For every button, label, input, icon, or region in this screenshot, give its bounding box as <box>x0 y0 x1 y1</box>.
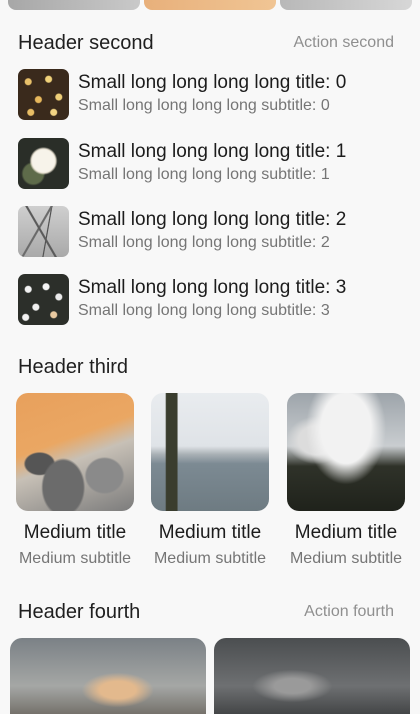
section-header-second: Header second Action second <box>18 30 394 56</box>
list-item-image <box>18 273 69 325</box>
list-item-image <box>18 137 69 189</box>
section-header-third: Header third <box>18 354 394 380</box>
card-subtitle: Medium subtitle <box>18 550 132 567</box>
list-item-subtitle: Small long long long long subtitle: 1 <box>78 166 330 183</box>
section-title: Header third <box>18 355 129 378</box>
section-title: Header second <box>18 31 154 54</box>
list-item-subtitle: Small long long long long subtitle: 2 <box>78 234 330 251</box>
list-item-image <box>18 205 69 257</box>
card-image <box>287 393 405 511</box>
large-card-image[interactable] <box>10 638 206 714</box>
media-card[interactable]: Medium title Medium subtitle <box>151 393 269 569</box>
media-card[interactable]: Medium title Medium subtitle <box>287 393 405 569</box>
list-item[interactable]: Small long long long long title: 1 Small… <box>18 137 398 189</box>
media-card[interactable]: Medium title Medium subtitle <box>16 393 134 569</box>
card-title: Medium title <box>294 522 398 543</box>
thumbnail-image[interactable] <box>8 0 140 10</box>
list-item[interactable]: Small long long long long title: 2 Small… <box>18 205 398 257</box>
previous-row-thumbnails <box>0 0 420 10</box>
list-item-subtitle: Small long long long long subtitle: 0 <box>78 97 330 114</box>
list-item[interactable]: Small long long long long title: 0 Small… <box>18 68 398 120</box>
thumbnail-image[interactable] <box>280 0 412 10</box>
thumbnail-image[interactable] <box>144 0 276 10</box>
card-title: Medium title <box>23 522 127 543</box>
list-item-title: Small long long long long title: 0 <box>78 72 347 93</box>
card-subtitle: Medium subtitle <box>289 550 403 567</box>
card-image <box>151 393 269 511</box>
section-action-button[interactable]: Action fourth <box>304 603 394 621</box>
list-item-title: Small long long long long title: 2 <box>78 209 347 230</box>
list-item-image <box>18 68 69 120</box>
card-title: Medium title <box>158 522 262 543</box>
list-item-title: Small long long long long title: 3 <box>78 277 347 298</box>
list-item-title: Small long long long long title: 1 <box>78 141 347 162</box>
list-item-subtitle: Small long long long long subtitle: 3 <box>78 302 330 319</box>
section-action-button[interactable]: Action second <box>293 34 394 52</box>
card-subtitle: Medium subtitle <box>153 550 267 567</box>
section-header-fourth: Header fourth Action fourth <box>18 599 394 625</box>
list-item[interactable]: Small long long long long title: 3 Small… <box>18 273 398 325</box>
large-card-image[interactable] <box>214 638 410 714</box>
section-title: Header fourth <box>18 600 141 623</box>
card-image <box>16 393 134 511</box>
